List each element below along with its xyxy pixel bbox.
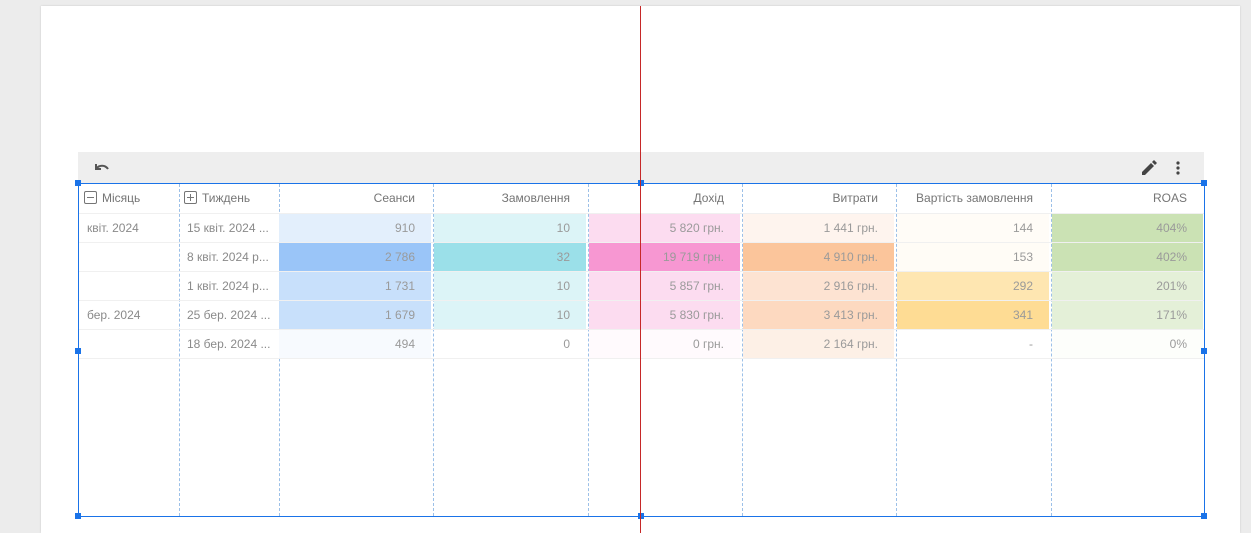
cell-week: 25 бер. 2024 ... [187, 308, 271, 322]
resize-handle-tr[interactable] [1201, 180, 1207, 186]
cell-roas: 201% [1052, 272, 1203, 300]
cell-sessions: 1 731 [279, 272, 431, 300]
cell-roas: 404% [1052, 214, 1203, 242]
collapse-icon[interactable] [84, 191, 97, 204]
expand-icon[interactable] [184, 191, 197, 204]
resize-handle-tl[interactable] [75, 180, 81, 186]
cell-order-value: 341 [897, 301, 1049, 329]
cell-roas: 171% [1052, 301, 1203, 329]
resize-handle-bottom[interactable] [638, 513, 644, 519]
header-costs[interactable]: Витрати [742, 184, 879, 213]
resize-handle-left[interactable] [75, 348, 81, 354]
header-order-value[interactable]: Вартість замовлення [896, 184, 1033, 213]
cell-sessions: 910 [279, 214, 431, 242]
cell-costs: 2 916 грн. [743, 272, 894, 300]
cell-month [79, 330, 179, 358]
cell-month [79, 243, 179, 271]
pivot-table[interactable]: Місяць Тиждень Сеанси Замовлення Дохід В… [75, 180, 1207, 519]
cell-revenue: 19 719 грн. [589, 243, 740, 271]
cell-revenue: 5 857 грн. [589, 272, 740, 300]
pencil-icon[interactable] [1140, 159, 1158, 177]
cell-revenue: 5 820 грн. [589, 214, 740, 242]
cell-revenue: 0 грн. [589, 330, 740, 358]
cell-costs: 1 441 грн. [743, 214, 894, 242]
cell-revenue: 5 830 грн. [589, 301, 740, 329]
header-month-label: Місяць [102, 191, 141, 205]
cell-order-value: 292 [897, 272, 1049, 300]
cell-order-value: 153 [897, 243, 1049, 271]
cell-roas: 402% [1052, 243, 1203, 271]
cell-costs: 2 164 грн. [743, 330, 894, 358]
cell-orders: 0 [434, 330, 586, 358]
cell-week: 18 бер. 2024 ... [187, 337, 271, 351]
header-week[interactable]: Тиждень [184, 184, 276, 213]
cell-week: 15 квіт. 2024 ... [187, 221, 269, 235]
cell-orders: 10 [434, 301, 586, 329]
cell-sessions: 1 679 [279, 301, 431, 329]
cell-month [79, 272, 179, 300]
cell-orders: 32 [434, 243, 586, 271]
cell-orders: 10 [434, 272, 586, 300]
cell-week: 8 квіт. 2024 р... [187, 250, 269, 264]
cell-order-value: - [897, 330, 1049, 358]
resize-handle-bl[interactable] [75, 513, 81, 519]
alignment-guide [640, 6, 641, 533]
cell-sessions: 494 [279, 330, 431, 358]
cell-week: 1 квіт. 2024 р... [187, 279, 269, 293]
cell-costs: 3 413 грн. [743, 301, 894, 329]
cell-orders: 10 [434, 214, 586, 242]
cell-month: бер. 2024 [87, 308, 141, 322]
cell-sessions: 2 786 [279, 243, 431, 271]
header-week-label: Тиждень [202, 191, 251, 205]
cell-roas: 0% [1052, 330, 1203, 358]
more-vert-icon[interactable] [1172, 159, 1184, 177]
header-roas[interactable]: ROAS [1051, 184, 1187, 213]
header-sessions[interactable]: Сеанси [279, 184, 415, 213]
header-revenue[interactable]: Дохід [588, 184, 724, 213]
resize-handle-right[interactable] [1201, 348, 1207, 354]
row-divider [79, 358, 1204, 359]
cell-month: квіт. 2024 [87, 221, 139, 235]
resize-handle-br[interactable] [1201, 513, 1207, 519]
chart-toolbar [78, 152, 1204, 183]
undo-icon[interactable] [92, 159, 112, 177]
resize-handle-top[interactable] [638, 180, 644, 186]
pivot-grid: Місяць Тиждень Сеанси Замовлення Дохід В… [79, 184, 1204, 516]
cell-order-value: 144 [897, 214, 1049, 242]
header-month[interactable]: Місяць [84, 184, 176, 213]
header-orders[interactable]: Замовлення [433, 184, 570, 213]
cell-costs: 4 910 грн. [743, 243, 894, 271]
